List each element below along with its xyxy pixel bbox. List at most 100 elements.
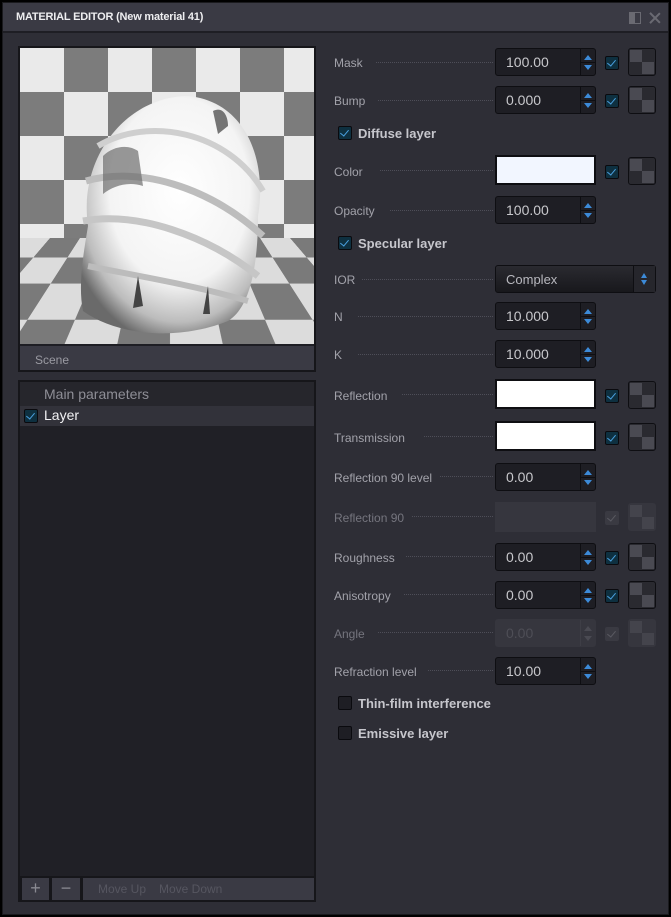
bump-input[interactable]: 0.000 — [495, 86, 596, 114]
angle-value: 0.00 — [506, 625, 534, 641]
spin-down-icon[interactable] — [584, 65, 592, 70]
reflection-90-texture-button — [628, 503, 656, 531]
spin-up-icon[interactable] — [584, 309, 592, 314]
bump-checkbox[interactable] — [605, 94, 619, 108]
spin-down-icon[interactable] — [584, 103, 592, 108]
specular-layer-checkbox[interactable] — [338, 236, 352, 250]
param-reflection-90-level: Reflection 90 level 0.00 — [334, 461, 664, 491]
reflection-90-level-input[interactable]: 0.00 — [495, 463, 596, 491]
param-angle: Angle 0.00 — [334, 617, 664, 647]
k-input[interactable]: 10.000 — [495, 340, 596, 368]
roughness-input[interactable]: 0.00 — [495, 543, 596, 571]
n-input[interactable]: 10.000 — [495, 302, 596, 330]
anisotropy-checkbox[interactable] — [605, 589, 619, 603]
opacity-spinner[interactable] — [580, 197, 595, 223]
spin-down-icon[interactable] — [584, 213, 592, 218]
roughness-checkbox[interactable] — [605, 551, 619, 565]
spin-up-icon[interactable] — [584, 93, 592, 98]
angle-spinner — [580, 620, 595, 646]
diffuse-layer-label[interactable]: Diffuse layer — [358, 126, 436, 141]
reflection-90-level-spinner[interactable] — [580, 464, 595, 490]
preview-render[interactable] — [20, 48, 314, 344]
title-bar[interactable]: MATERIAL EDITOR (New material 41) — [3, 3, 668, 33]
transmission-texture-button[interactable] — [628, 423, 656, 451]
param-roughness: Roughness 0.00 — [334, 541, 664, 571]
leader-line — [424, 436, 493, 437]
spin-down-icon[interactable] — [584, 598, 592, 603]
anisotropy-texture-button[interactable] — [628, 581, 656, 609]
anisotropy-input[interactable]: 0.00 — [495, 581, 596, 609]
refraction-level-input[interactable]: 10.00 — [495, 657, 596, 685]
layer-move-tools: Move Up Move Down — [83, 878, 314, 900]
bump-spinner[interactable] — [580, 87, 595, 113]
opacity-value: 100.00 — [506, 202, 549, 218]
spin-down-icon[interactable] — [584, 319, 592, 324]
leader-line — [412, 516, 493, 517]
spin-up-icon[interactable] — [584, 470, 592, 475]
spin-down-icon[interactable] — [584, 560, 592, 565]
spin-down-icon[interactable] — [584, 674, 592, 679]
add-layer-button[interactable]: + — [22, 878, 49, 900]
spin-up-icon[interactable] — [584, 588, 592, 593]
bump-texture-button[interactable] — [628, 86, 656, 114]
layer-list-header[interactable]: Main parameters — [20, 382, 314, 406]
spin-down-icon[interactable] — [584, 480, 592, 485]
ior-select[interactable]: Complex — [495, 265, 656, 293]
color-checkbox[interactable] — [605, 165, 619, 179]
leader-line — [378, 100, 493, 101]
param-n: N 10.000 — [334, 301, 664, 331]
transmission-checkbox[interactable] — [605, 431, 619, 445]
opacity-input[interactable]: 100.00 — [495, 196, 596, 224]
k-label: K — [334, 348, 343, 362]
move-up-button[interactable]: Move Up — [98, 882, 146, 896]
spin-up-icon[interactable] — [584, 664, 592, 669]
diffuse-layer-checkbox[interactable] — [338, 126, 352, 140]
specular-layer-label[interactable]: Specular layer — [358, 236, 447, 251]
mask-input[interactable]: 100.00 — [495, 48, 596, 76]
thin-film-section: Thin-film interference — [334, 695, 554, 715]
mask-texture-button[interactable] — [628, 48, 656, 76]
roughness-spinner[interactable] — [580, 544, 595, 570]
spin-up-icon[interactable] — [584, 550, 592, 555]
ior-label: IOR — [334, 273, 356, 287]
layer-enabled-checkbox[interactable] — [24, 409, 38, 423]
reflection-swatch[interactable] — [495, 379, 596, 409]
param-reflection-90: Reflection 90 — [334, 501, 664, 532]
emissive-layer-checkbox[interactable] — [338, 726, 352, 740]
angle-texture-button — [628, 619, 656, 647]
main-parameters-label: Main parameters — [44, 386, 150, 402]
layer-item[interactable]: Layer — [20, 406, 314, 426]
n-spinner[interactable] — [580, 303, 595, 329]
spin-down-icon[interactable] — [584, 357, 592, 362]
spin-up-icon[interactable] — [584, 203, 592, 208]
spin-up-icon[interactable] — [584, 347, 592, 352]
emissive-layer-label[interactable]: Emissive layer — [358, 726, 448, 741]
anisotropy-spinner[interactable] — [580, 582, 595, 608]
transmission-swatch[interactable] — [495, 421, 596, 451]
dock-icon[interactable] — [629, 12, 641, 24]
mask-checkbox[interactable] — [605, 56, 619, 70]
param-refraction-level: Refraction level 10.00 — [334, 655, 664, 685]
k-spinner[interactable] — [580, 341, 595, 367]
close-icon[interactable] — [649, 12, 661, 24]
move-down-button[interactable]: Move Down — [159, 882, 222, 896]
spin-up-icon — [584, 626, 592, 631]
material-preview: Scene — [18, 46, 316, 372]
leader-line — [358, 316, 493, 317]
layer-list: Main parameters Layer + − Move Up Move D… — [18, 380, 316, 902]
thin-film-checkbox[interactable] — [338, 696, 352, 710]
select-arrows-icon[interactable] — [633, 266, 655, 292]
thin-film-label[interactable]: Thin-film interference — [358, 696, 491, 711]
remove-layer-button[interactable]: − — [52, 878, 80, 900]
reflection-checkbox[interactable] — [605, 389, 619, 403]
reflection-texture-button[interactable] — [628, 381, 656, 409]
scene-selector[interactable]: Scene — [20, 344, 314, 370]
opacity-label: Opacity — [334, 204, 375, 218]
color-swatch[interactable] — [495, 155, 596, 185]
refraction-level-spinner[interactable] — [580, 658, 595, 684]
specular-layer-section: Specular layer — [334, 235, 534, 255]
mask-spinner[interactable] — [580, 49, 595, 75]
color-texture-button[interactable] — [628, 157, 656, 185]
spin-up-icon[interactable] — [584, 55, 592, 60]
roughness-texture-button[interactable] — [628, 543, 656, 571]
